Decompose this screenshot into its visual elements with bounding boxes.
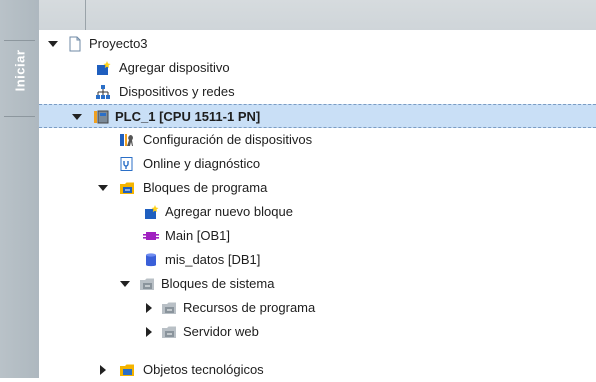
tree-item-label: Agregar dispositivo bbox=[119, 60, 230, 75]
network-icon bbox=[96, 85, 110, 99]
technology-objects-folder-icon bbox=[120, 364, 134, 376]
tree-item-label: Proyecto3 bbox=[89, 36, 148, 51]
ob-block-icon bbox=[143, 232, 159, 240]
device-config-icon bbox=[120, 134, 133, 146]
expand-arrow-icon[interactable] bbox=[97, 364, 109, 376]
tree-header-bar bbox=[39, 0, 596, 30]
tree-item-label: Bloques de programa bbox=[143, 180, 268, 195]
tree-item-configuracion-dispositivos[interactable]: Configuración de dispositivos bbox=[39, 128, 596, 152]
start-tab-label: Iniciar bbox=[12, 49, 28, 91]
db-block-icon bbox=[146, 253, 156, 267]
program-resources-folder-icon bbox=[162, 302, 176, 314]
tree-item-label: Configuración de dispositivos bbox=[143, 132, 313, 147]
tree-item-label: Online y diagnóstico bbox=[143, 156, 261, 171]
add-device-icon bbox=[97, 61, 111, 75]
tree-item-plc-1[interactable]: PLC_1 [CPU 1511-1 PN] bbox=[39, 104, 596, 128]
tree-item-label: Dispositivos y redes bbox=[119, 84, 235, 99]
tree-item-objetos-tecnologicos[interactable]: Objetos tecnológicos bbox=[39, 358, 596, 382]
collapse-arrow-icon[interactable] bbox=[97, 182, 109, 194]
tree-item-proyecto3[interactable]: Proyecto3 bbox=[39, 32, 596, 56]
portal-view-strip: Iniciar bbox=[0, 0, 39, 378]
strip-separator bbox=[4, 116, 35, 117]
tree-item-recursos-de-programa[interactable]: Recursos de programa bbox=[39, 296, 596, 320]
tree-item-label: Servidor web bbox=[183, 324, 259, 339]
collapse-arrow-icon[interactable] bbox=[47, 38, 59, 50]
tree-item-label: Agregar nuevo bloque bbox=[165, 204, 293, 219]
project-document-icon bbox=[69, 36, 81, 52]
online-diagnostics-icon bbox=[120, 157, 133, 171]
expand-arrow-icon[interactable] bbox=[143, 302, 155, 314]
tree-item-label: mis_datos [DB1] bbox=[165, 252, 261, 267]
tree-item-servidor-web[interactable]: Servidor web bbox=[39, 320, 596, 344]
expand-arrow-icon[interactable] bbox=[143, 326, 155, 338]
collapse-arrow-icon[interactable] bbox=[71, 111, 83, 123]
web-server-folder-icon bbox=[162, 326, 176, 338]
column-divider bbox=[85, 0, 86, 30]
tree-item-label: Objetos tecnológicos bbox=[143, 362, 264, 377]
program-blocks-folder-icon bbox=[120, 182, 134, 194]
tree-item-mis-datos-db1[interactable]: mis_datos [DB1] bbox=[39, 248, 596, 272]
plc-icon bbox=[94, 110, 109, 124]
start-tab[interactable]: Iniciar bbox=[10, 30, 30, 110]
add-block-icon bbox=[145, 205, 159, 219]
system-blocks-folder-icon bbox=[140, 278, 154, 290]
tree-item-label: Bloques de sistema bbox=[161, 276, 275, 291]
tree-item-bloques-de-sistema[interactable]: Bloques de sistema bbox=[39, 272, 596, 296]
tree-item-label: Main [OB1] bbox=[165, 228, 231, 243]
tree-item-main-ob1[interactable]: Main [OB1] bbox=[39, 224, 596, 248]
collapse-arrow-icon[interactable] bbox=[119, 278, 131, 290]
tree-item-online-diagnostico[interactable]: Online y diagnóstico bbox=[39, 152, 596, 176]
tree-item-agregar-dispositivo[interactable]: Agregar dispositivo bbox=[39, 56, 596, 80]
tree-item-agregar-nuevo-bloque[interactable]: Agregar nuevo bloque bbox=[39, 200, 596, 224]
tree-item-label: Recursos de programa bbox=[183, 300, 316, 315]
tree-item-dispositivos-y-redes[interactable]: Dispositivos y redes bbox=[39, 80, 596, 104]
tree-item-label: PLC_1 [CPU 1511-1 PN] bbox=[115, 109, 261, 124]
tree-item-bloques-de-programa[interactable]: Bloques de programa bbox=[39, 176, 596, 200]
